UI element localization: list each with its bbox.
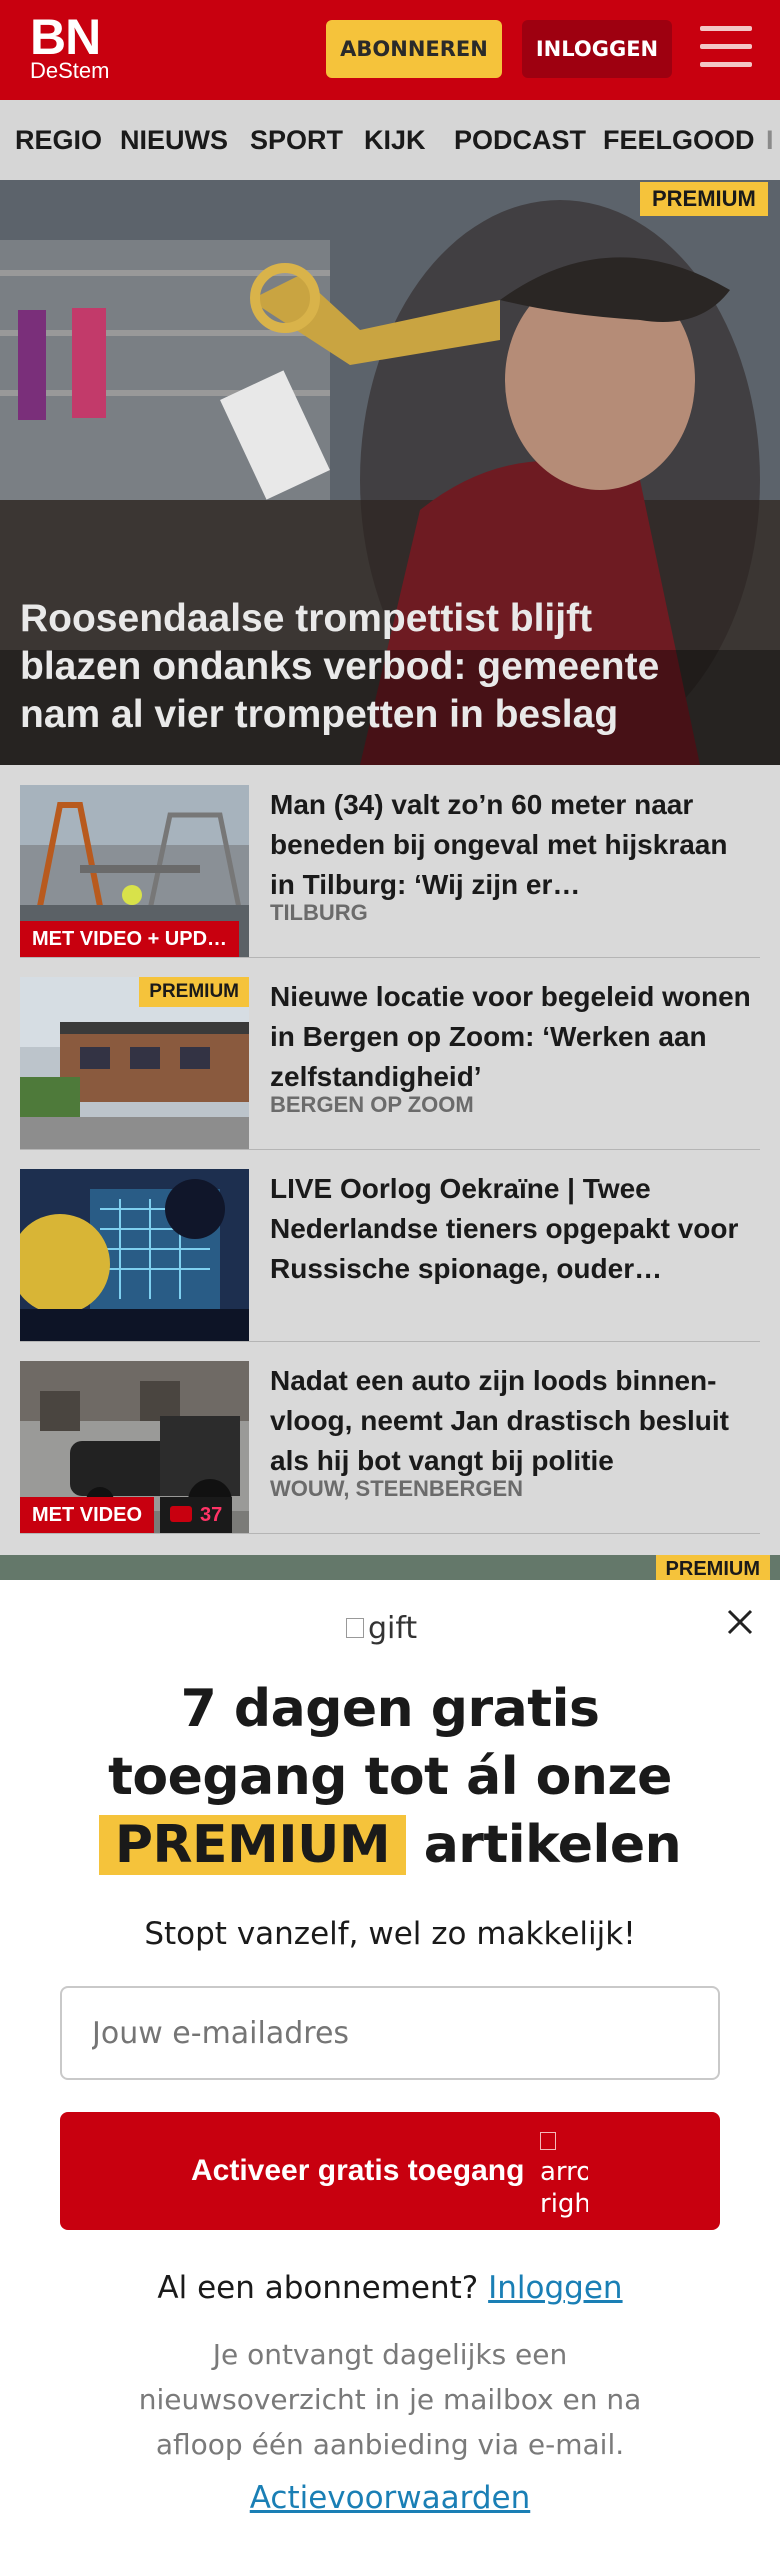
headline-line-2: toegang tot ál onze bbox=[108, 1747, 672, 1807]
comment-bubble-icon bbox=[170, 1505, 192, 1522]
article-thumbnail bbox=[20, 1169, 249, 1341]
list-item[interactable]: MET VIDEO + UPD… Man (34) valt zo’n 60 m… bbox=[20, 765, 760, 958]
modal-headline: 7 dagen gratis toegang tot ál onze PREMI… bbox=[40, 1675, 740, 1879]
headline-line-1: 7 dagen gratis bbox=[180, 1679, 600, 1739]
hamburger-menu-icon[interactable] bbox=[700, 26, 752, 72]
article-location-tag: BERGEN OP ZOOM bbox=[270, 1092, 474, 1117]
article-location-tag: WOUW, STEENBERGEN bbox=[270, 1476, 524, 1501]
premium-trial-modal: gift 7 dagen gratis toegang tot ál onze … bbox=[0, 1580, 780, 2560]
activate-free-access-button[interactable]: Activeer gratis toegang arrow right bbox=[60, 2112, 720, 2230]
premium-badge: PREMIUM bbox=[655, 1555, 770, 1580]
broken-image-icon bbox=[346, 1618, 364, 1638]
article-title[interactable]: Nieuwe locatie voor begeleid wonen in Be… bbox=[270, 977, 760, 1097]
arrow-right-icon: arrow right bbox=[540, 2124, 588, 2220]
nav-item-regio[interactable]: REGIO bbox=[15, 100, 102, 180]
article-title[interactable]: Nadat een auto zijn loods binnen­vloog, … bbox=[270, 1361, 760, 1481]
list-item[interactable]: PREMIUM Nieuwe locatie voor begeleid won… bbox=[20, 957, 760, 1150]
already-text: Al een abonnement? bbox=[157, 2270, 479, 2306]
premium-badge: PREMIUM bbox=[139, 977, 249, 1007]
newsletter-info: Je ontvangt dagelijks een nieuwsoverzich… bbox=[138, 2338, 642, 2461]
login-link[interactable]: Inloggen bbox=[488, 2270, 622, 2306]
headline-end: artikelen bbox=[423, 1815, 682, 1875]
video-label: MET VIDEO bbox=[20, 1497, 155, 1533]
modal-subline: Stopt vanzelf, wel zo makkelijk! bbox=[144, 1916, 636, 1952]
nav-item-feelgood[interactable]: FEELGOOD bbox=[603, 100, 755, 180]
cyber-spy-photo bbox=[20, 1169, 249, 1341]
article-title[interactable]: LIVE Oorlog Oekraïne | Twee Nederlandse … bbox=[270, 1169, 760, 1289]
list-item[interactable]: MET VIDEO 37 Nadat een auto zijn loods b… bbox=[20, 1341, 760, 1534]
article-title[interactable]: Man (34) valt zo’n 60 meter naar beneden… bbox=[270, 785, 760, 905]
arrow-alt-text: arrow right bbox=[540, 2157, 588, 2219]
gift-icon: gift bbox=[346, 1608, 438, 1648]
article-thumbnail: MET VIDEO 37 bbox=[20, 1361, 249, 1533]
logo-sub-text: DeStem bbox=[30, 58, 110, 83]
nav-item-nieuws[interactable]: NIEUWS bbox=[120, 100, 228, 180]
gift-alt-text: gift bbox=[368, 1610, 418, 1646]
premium-badge: PREMIUM bbox=[640, 182, 768, 216]
login-button[interactable]: INLOGGEN bbox=[522, 20, 672, 78]
nav-item-truncated[interactable]: I bbox=[766, 100, 774, 180]
list-item[interactable]: LIVE Oorlog Oekraïne | Twee Nederlandse … bbox=[20, 1149, 760, 1342]
subscribe-button[interactable]: ABONNEREN bbox=[326, 20, 502, 78]
article-thumbnail: MET VIDEO + UPD… bbox=[20, 785, 249, 957]
comment-count[interactable]: 37 bbox=[160, 1497, 233, 1533]
comment-count-value: 37 bbox=[200, 1504, 223, 1526]
nav-item-sport[interactable]: SPORT bbox=[250, 100, 343, 180]
section-nav: REGIO NIEUWS SPORT KIJK PODCAST FEELGOOD… bbox=[0, 100, 780, 181]
hero-article[interactable]: PREMIUM Roosendaalse trompettist blijft … bbox=[0, 180, 780, 765]
logo-main-text: BN bbox=[30, 9, 101, 65]
bn-destem-logo[interactable]: BN DeStem bbox=[30, 12, 109, 82]
hero-headline[interactable]: Roosendaalse trompettist blijft blazen o… bbox=[20, 595, 720, 739]
email-field[interactable] bbox=[60, 1986, 720, 2080]
article-thumbnail: PREMIUM bbox=[20, 977, 249, 1149]
terms-link[interactable]: Actievoorwaarden bbox=[40, 2480, 740, 2516]
nav-item-kijk[interactable]: KIJK bbox=[364, 100, 426, 180]
nav-item-podcast[interactable]: PODCAST bbox=[454, 100, 586, 180]
headline-premium-highlight: PREMIUM bbox=[98, 1815, 407, 1875]
top-header: BN DeStem ABONNEREN INLOGGEN bbox=[0, 0, 780, 100]
already-subscribed: Al een abonnement? Inloggen bbox=[40, 2270, 740, 2306]
next-article-teaser[interactable]: PREMIUM bbox=[0, 1555, 780, 1580]
article-location-tag: TILBURG bbox=[270, 900, 368, 925]
close-icon[interactable] bbox=[720, 1602, 760, 1642]
video-update-label: MET VIDEO + UPD… bbox=[20, 921, 240, 957]
cta-label: Activeer gratis toegang bbox=[191, 2154, 525, 2187]
